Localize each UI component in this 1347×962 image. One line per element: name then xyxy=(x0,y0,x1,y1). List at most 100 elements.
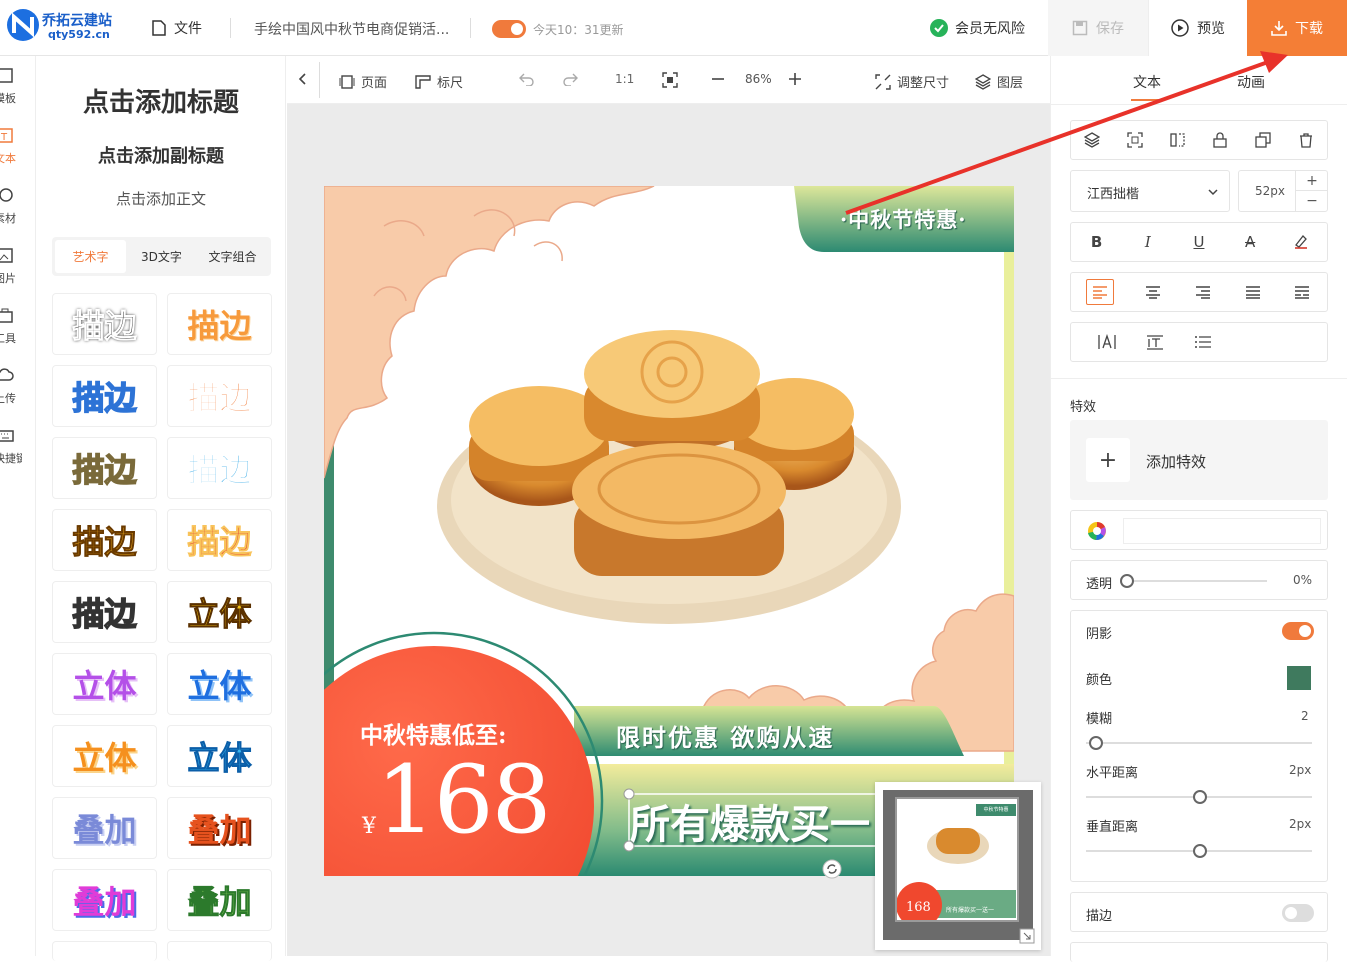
zoom-in-button[interactable] xyxy=(788,72,802,86)
art-text-item[interactable]: 叠加 xyxy=(52,869,157,931)
slogan-text[interactable]: 限时优惠 欲购从速 xyxy=(616,718,834,753)
nav-item-image[interactable]: 图片 xyxy=(0,246,36,302)
headline-text[interactable]: 所有爆款买一 xyxy=(630,792,870,850)
lock-button[interactable] xyxy=(1210,130,1230,150)
redo-button[interactable] xyxy=(562,72,578,86)
align-center-button[interactable] xyxy=(1143,282,1163,302)
font-size-value[interactable]: 52px xyxy=(1255,184,1285,198)
collapse-panel-button[interactable] xyxy=(297,72,309,86)
art-text-item[interactable]: 描边 xyxy=(167,365,272,427)
tab-art-text[interactable]: 艺术字 xyxy=(55,240,126,273)
minimap[interactable]: 中秋节特惠 168 所有爆款买一送一 xyxy=(875,782,1041,950)
art-text-item[interactable]: 描边 xyxy=(167,437,272,499)
ruler-button[interactable]: 标尺 xyxy=(415,72,463,91)
opacity-slider-knob[interactable] xyxy=(1120,574,1134,588)
design-canvas[interactable]: ·中秋节特惠· 中秋特惠低至: ¥ 168 限时优惠 欲购从速 所有爆款买一 xyxy=(324,186,1014,876)
art-text-item[interactable]: 描边 xyxy=(52,293,157,355)
art-text-item[interactable]: 描边 xyxy=(167,509,272,571)
strikethrough-button[interactable]: A xyxy=(1240,232,1260,252)
art-text-item[interactable]: 叠加 xyxy=(167,869,272,931)
clear-format-button[interactable] xyxy=(1291,232,1311,252)
add-subtitle-button[interactable]: 点击添加副标题 xyxy=(36,142,286,168)
shadow-toggle[interactable] xyxy=(1282,622,1314,640)
art-text-item[interactable]: 叠加 xyxy=(167,797,272,859)
justify-button[interactable] xyxy=(1243,282,1263,302)
undo-button[interactable] xyxy=(519,72,535,86)
layers-button[interactable]: 图层 xyxy=(975,72,1023,91)
font-size-increase-button[interactable]: + xyxy=(1296,171,1328,191)
blur-slider-track[interactable] xyxy=(1086,742,1312,744)
stroke-toggle[interactable] xyxy=(1282,904,1314,922)
add-title-button[interactable]: 点击添加标题 xyxy=(36,82,286,119)
art-text-item[interactable]: 描边 xyxy=(52,365,157,427)
vertical-offset-slider-knob[interactable] xyxy=(1193,844,1207,858)
download-button[interactable]: 下载 xyxy=(1247,0,1347,56)
file-menu-button[interactable]: 文件 xyxy=(152,18,202,38)
add-effect-button[interactable]: + 添加特效 xyxy=(1070,420,1328,500)
tab-3d-text[interactable]: 3D文字 xyxy=(126,240,197,273)
horizontal-offset-slider-knob[interactable] xyxy=(1193,790,1207,804)
art-text-item[interactable]: 描边 xyxy=(52,509,157,571)
font-size-stepper[interactable]: 52px + − xyxy=(1238,170,1328,212)
duplicate-button[interactable] xyxy=(1253,130,1273,150)
zoom-level[interactable]: 86% xyxy=(745,72,772,86)
flip-button[interactable] xyxy=(1168,130,1188,150)
document-title[interactable]: 手绘中国风中秋节电商促销活... xyxy=(254,19,449,39)
list-button[interactable] xyxy=(1193,332,1213,352)
art-text-item[interactable]: 立体 xyxy=(167,653,272,715)
art-text-item-partial[interactable] xyxy=(167,941,272,961)
tab-text-combo[interactable]: 文字组合 xyxy=(197,240,268,273)
blur-slider-knob[interactable] xyxy=(1089,736,1103,750)
zoom-out-button[interactable] xyxy=(711,72,725,86)
art-text-item[interactable]: 立体 xyxy=(52,653,157,715)
nav-item-template[interactable]: 模板 xyxy=(0,66,36,122)
nav-item-tools[interactable]: 工具 xyxy=(0,306,36,362)
color-wheel-icon[interactable] xyxy=(1087,521,1107,541)
nav-item-upload[interactable]: 上传 xyxy=(0,366,36,422)
tab-animation[interactable]: 动画 xyxy=(1237,72,1265,92)
art-text-item[interactable]: 描边 xyxy=(52,581,157,643)
page-button[interactable]: 页面 xyxy=(339,72,387,91)
shadow-color-swatch[interactable] xyxy=(1287,666,1311,690)
autosave-toggle[interactable] xyxy=(492,20,526,38)
collapse-minimap-icon[interactable] xyxy=(1019,928,1035,944)
ratio-1-1-button[interactable]: 1:1 xyxy=(615,72,634,86)
delete-button[interactable] xyxy=(1296,130,1316,150)
distribute-button[interactable] xyxy=(1292,282,1312,302)
color-input[interactable] xyxy=(1123,518,1321,544)
add-body-button[interactable]: 点击添加正文 xyxy=(36,188,286,209)
nav-item-text[interactable]: T 文本 xyxy=(0,126,36,182)
nav-item-shortcuts[interactable]: 快捷键 xyxy=(0,426,36,482)
rotate-handle-icon[interactable] xyxy=(822,859,842,879)
opacity-slider-track[interactable] xyxy=(1127,580,1267,582)
art-text-item[interactable]: 叠加 xyxy=(52,797,157,859)
align-button[interactable] xyxy=(1125,130,1145,150)
italic-button[interactable]: I xyxy=(1138,232,1158,252)
preview-button[interactable]: 预览 xyxy=(1148,0,1247,56)
svg-text:T: T xyxy=(0,132,8,143)
art-text-item[interactable]: 描边 xyxy=(167,293,272,355)
align-left-button[interactable] xyxy=(1085,279,1114,305)
art-text-item[interactable]: 立体 xyxy=(167,581,272,643)
align-right-button[interactable] xyxy=(1193,282,1213,302)
font-size-decrease-button[interactable]: − xyxy=(1296,191,1328,211)
nav-item-material[interactable]: 素材 xyxy=(0,186,36,242)
underline-button[interactable]: U xyxy=(1189,232,1209,252)
art-text-item[interactable]: 立体 xyxy=(52,725,157,787)
vip-no-risk-link[interactable]: 会员无风险 xyxy=(930,18,1025,38)
line-height-button[interactable] xyxy=(1145,332,1165,352)
layer-order-button[interactable] xyxy=(1082,130,1102,150)
bold-button[interactable]: B xyxy=(1087,232,1107,252)
promo-label[interactable]: 中秋特惠低至: xyxy=(360,716,507,750)
font-select[interactable]: 江西拙楷 xyxy=(1070,170,1230,212)
art-text-item[interactable]: 描边 xyxy=(52,437,157,499)
badge-text[interactable]: ·中秋节特惠· xyxy=(840,204,967,234)
letter-spacing-button[interactable] xyxy=(1097,332,1117,352)
art-text-item-partial[interactable] xyxy=(52,941,157,961)
resize-button[interactable]: 调整尺寸 xyxy=(875,72,949,91)
save-button[interactable]: 保存 xyxy=(1048,0,1148,56)
tab-text[interactable]: 文本 xyxy=(1131,72,1163,101)
art-text-item[interactable]: 立体 xyxy=(167,725,272,787)
fit-screen-button[interactable] xyxy=(662,72,678,88)
price-text[interactable]: 168 xyxy=(376,746,551,855)
